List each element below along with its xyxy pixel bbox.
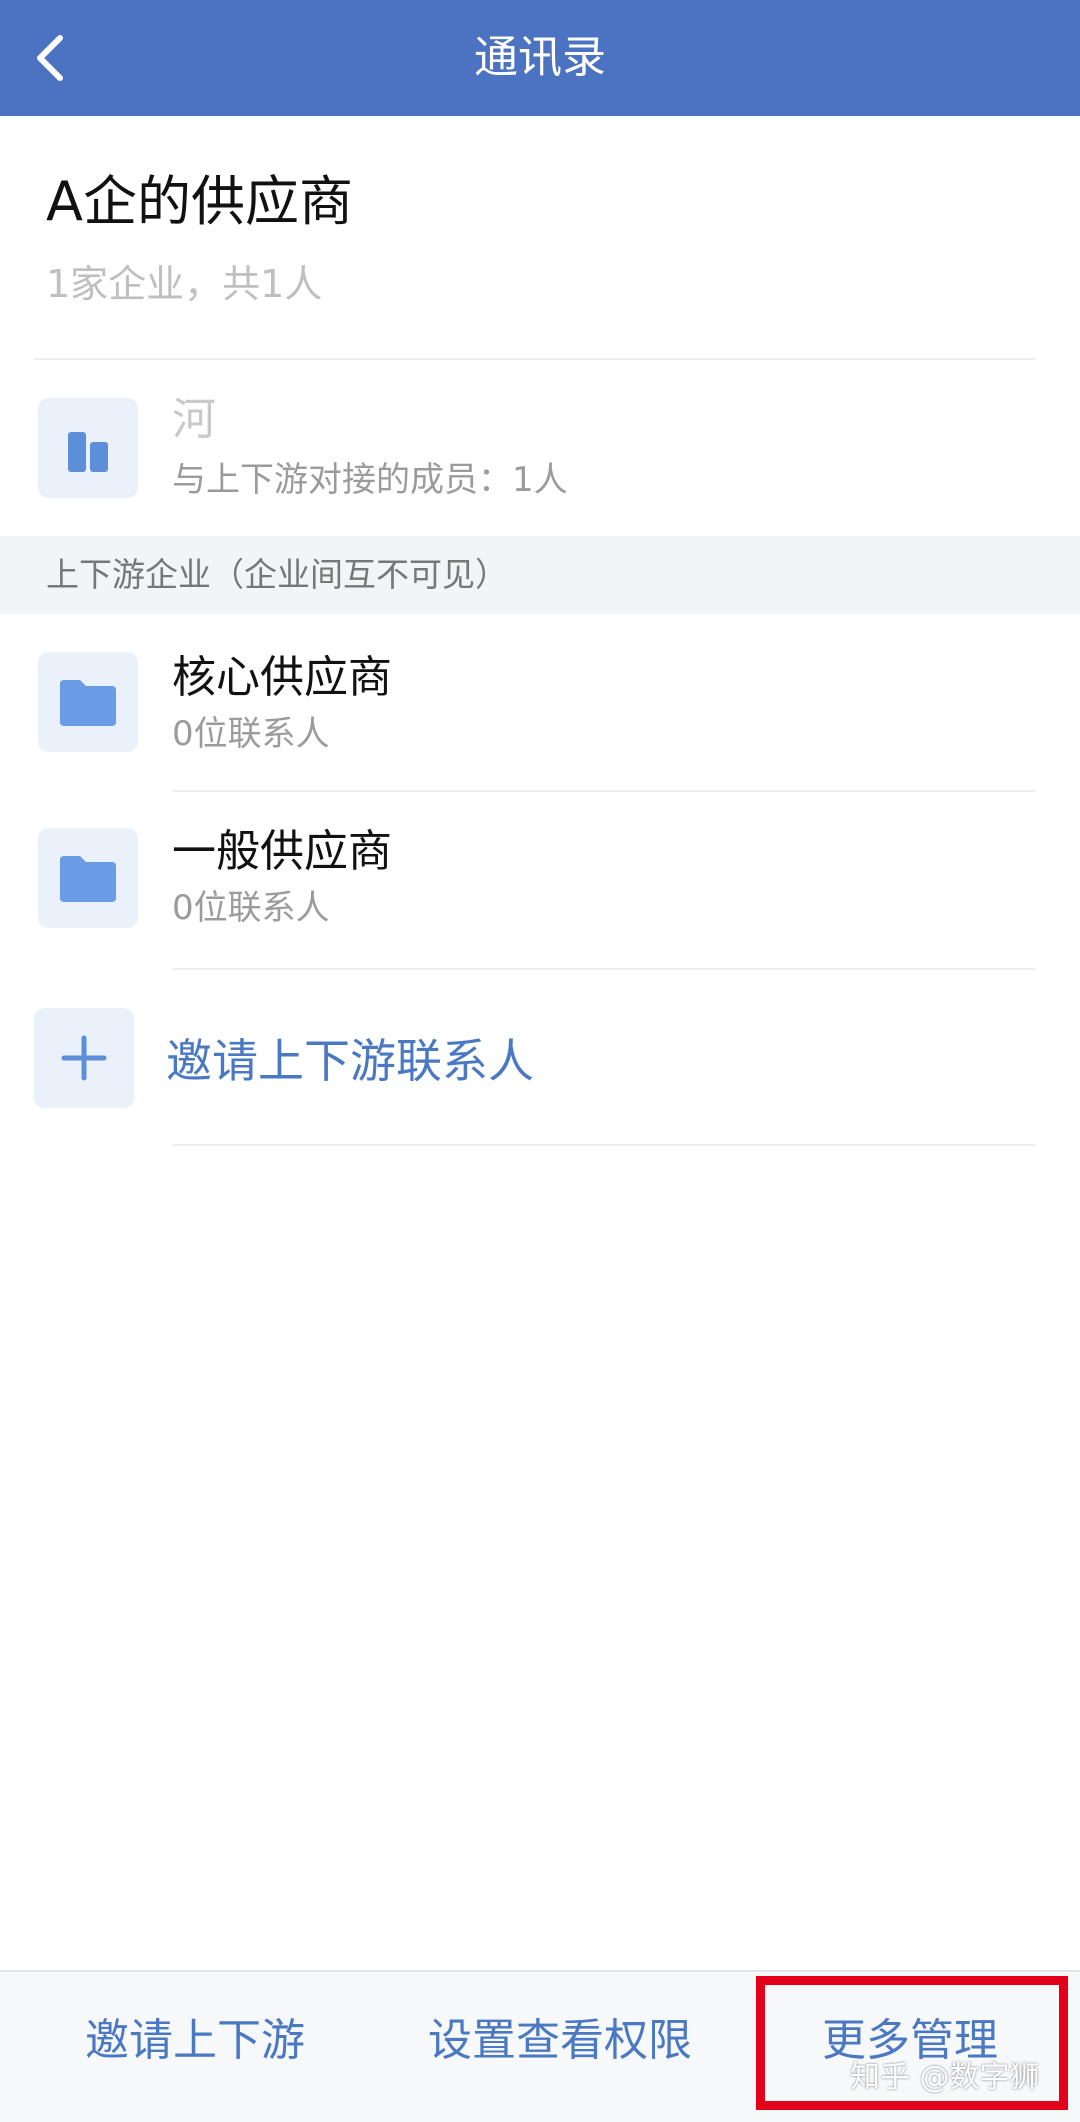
section-header: 上下游企业（企业间互不可见）	[0, 536, 1080, 614]
folder-icon-tile	[38, 828, 138, 928]
folder-name: 核心供应商	[172, 652, 392, 703]
group-header: A企的供应商 1家企业，共1人	[46, 166, 353, 308]
folder-row-general-suppliers[interactable]: 一般供应商 0位联系人	[0, 792, 1080, 968]
company-icon-tile	[38, 398, 138, 498]
section-label: 上下游企业（企业间互不可见）	[46, 555, 508, 594]
folder-count: 0位联系人	[172, 888, 330, 928]
building-icon	[68, 432, 108, 472]
back-button[interactable]	[14, 20, 86, 96]
my-company-name: 河	[172, 394, 216, 445]
folder-icon	[60, 856, 116, 902]
plus-icon-tile	[34, 1008, 134, 1108]
plus-icon	[61, 1035, 107, 1081]
folder-icon	[60, 680, 116, 726]
chevron-left-icon	[37, 35, 63, 81]
invite-contacts-label: 邀请上下游联系人	[166, 1034, 534, 1088]
my-company-members: 与上下游对接的成员：1人	[172, 460, 568, 500]
invite-partners-button[interactable]: 邀请上下游	[30, 1972, 360, 2120]
divider	[172, 1144, 1036, 1146]
page-title: 通讯录	[474, 32, 606, 83]
divider	[34, 358, 1036, 360]
folder-count: 0位联系人	[172, 714, 330, 754]
more-management-button[interactable]: 更多管理	[760, 1972, 1060, 2120]
folder-icon-tile	[38, 652, 138, 752]
divider	[172, 968, 1036, 970]
top-bar: 通讯录	[0, 0, 1080, 116]
group-name: A企的供应商	[46, 170, 353, 233]
folder-row-core-suppliers[interactable]: 核心供应商 0位联系人	[0, 614, 1080, 790]
view-permissions-button[interactable]: 设置查看权限	[380, 1972, 740, 2120]
bottom-action-bar: 邀请上下游 设置查看权限 更多管理	[0, 1970, 1080, 2122]
invite-contacts-row[interactable]: 邀请上下游联系人	[0, 974, 1080, 1146]
group-summary: 1家企业，共1人	[46, 262, 323, 306]
folder-name: 一般供应商	[172, 826, 392, 877]
my-company-row[interactable]: 河 与上下游对接的成员：1人	[0, 362, 1080, 534]
